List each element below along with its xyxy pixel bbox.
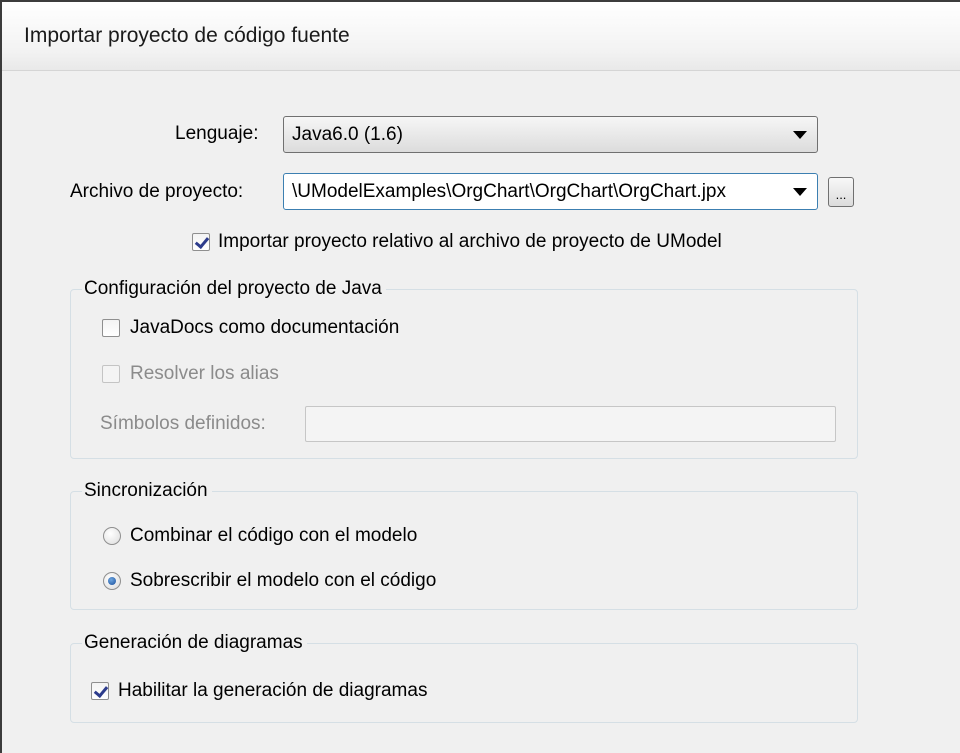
overwrite-radio[interactable] <box>103 572 121 590</box>
browse-button[interactable]: ... <box>828 177 854 207</box>
enable-diagrams-checkbox[interactable] <box>91 682 109 700</box>
language-select[interactable]: Java6.0 (1.6) <box>283 116 818 153</box>
import-relative-label[interactable]: Importar proyecto relativo al archivo de… <box>218 231 722 253</box>
project-file-value: \UModelExamples\OrgChart\OrgChart\OrgCha… <box>292 181 726 202</box>
java-settings-legend: Configuración del proyecto de Java <box>82 278 386 300</box>
project-file-label: Archivo de proyecto: <box>70 181 244 202</box>
dialog-title: Importar proyecto de código fuente <box>24 24 350 47</box>
merge-radio[interactable] <box>103 527 121 545</box>
merge-label[interactable]: Combinar el código con el modelo <box>130 525 417 547</box>
defined-symbols-input[interactable] <box>305 406 836 442</box>
chevron-down-icon <box>793 131 807 139</box>
enable-diagrams-label[interactable]: Habilitar la generación de diagramas <box>118 680 427 702</box>
import-relative-checkbox[interactable] <box>192 233 210 251</box>
language-label: Lenguaje: <box>175 123 259 144</box>
project-file-combo[interactable]: \UModelExamples\OrgChart\OrgChart\OrgCha… <box>283 173 818 210</box>
diagram-generation-legend: Generación de diagramas <box>82 632 307 654</box>
language-value: Java6.0 (1.6) <box>292 124 403 145</box>
chevron-down-icon[interactable] <box>793 188 807 196</box>
resolve-alias-label: Resolver los alias <box>130 363 279 384</box>
overwrite-label[interactable]: Sobrescribir el modelo con el código <box>130 570 436 592</box>
dialog-titlebar: Importar proyecto de código fuente <box>2 2 960 71</box>
resolve-alias-checkbox[interactable] <box>102 365 120 383</box>
javadocs-checkbox[interactable] <box>102 319 120 337</box>
sync-group <box>70 491 858 610</box>
import-source-project-dialog: Importar proyecto de código fuente Lengu… <box>0 0 960 753</box>
sync-legend: Sincronización <box>82 480 212 502</box>
defined-symbols-label: Símbolos definidos: <box>100 413 266 434</box>
javadocs-label[interactable]: JavaDocs como documentación <box>130 317 399 339</box>
